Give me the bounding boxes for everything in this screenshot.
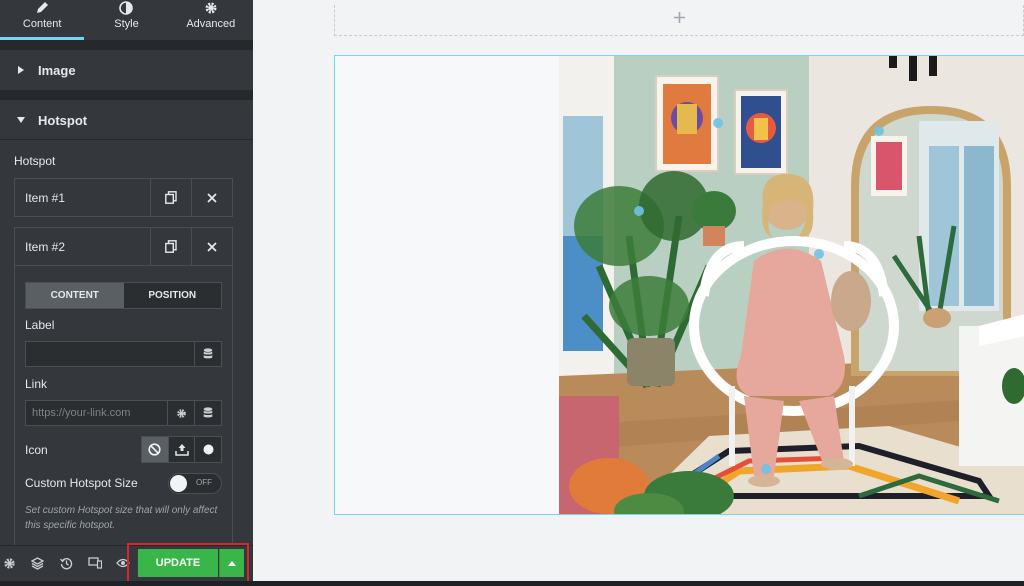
hotspot-section[interactable] xyxy=(334,55,1024,515)
bottom-strip xyxy=(253,581,1024,586)
custom-size-toggle[interactable]: OFF xyxy=(168,473,222,494)
close-icon xyxy=(207,241,217,252)
link-input[interactable]: https://your-link.com xyxy=(26,401,167,425)
pencil-icon xyxy=(37,2,49,13)
section-image-header[interactable]: Image xyxy=(0,50,253,90)
hotspot-marker[interactable] xyxy=(874,126,884,136)
empty-column xyxy=(335,56,559,514)
icon-choices xyxy=(141,436,222,463)
bottom-strip xyxy=(0,581,253,586)
tab-advanced[interactable]: Advanced xyxy=(169,0,253,40)
panel-tabs: Content Style Advanced xyxy=(0,0,253,40)
tab-content[interactable]: Content xyxy=(0,0,85,40)
caret-right-icon xyxy=(16,65,26,75)
toggle-state: OFF xyxy=(196,478,212,487)
upload-icon xyxy=(174,444,189,456)
copy-icon xyxy=(165,240,177,253)
tab-content-label: Content xyxy=(22,18,62,30)
hotspot-marker[interactable] xyxy=(713,118,723,128)
hotspot-image xyxy=(559,56,1024,514)
toggle-knob xyxy=(170,475,187,492)
gear-icon xyxy=(3,557,15,569)
caret-down-icon xyxy=(16,115,26,125)
duplicate-button[interactable] xyxy=(150,228,191,265)
hotspot-marker[interactable] xyxy=(814,249,824,259)
circle-icon xyxy=(203,444,214,455)
repeater-item-1[interactable]: Item #1 xyxy=(14,178,233,217)
repeater-item-title[interactable]: Item #1 xyxy=(15,179,150,216)
label-field-label: Label xyxy=(25,318,55,332)
dynamic-tags-button[interactable] xyxy=(194,401,221,425)
hotspot-repeater-label: Hotspot xyxy=(14,154,56,168)
section-hotspot-title: Hotspot xyxy=(38,112,88,128)
preview-canvas xyxy=(253,0,1024,586)
link-field: https://your-link.com xyxy=(25,400,222,426)
database-icon xyxy=(203,407,213,418)
devices-icon xyxy=(88,557,102,569)
add-section-area[interactable] xyxy=(334,5,1024,36)
repeater-item-2[interactable]: Item #2 xyxy=(14,227,233,266)
hotspot-marker[interactable] xyxy=(761,464,771,474)
close-icon xyxy=(207,192,217,203)
divider xyxy=(0,40,253,50)
section-image-title: Image xyxy=(38,62,76,78)
gear-icon xyxy=(205,2,217,14)
icon-upload-button[interactable] xyxy=(167,437,195,462)
tab-item-content[interactable]: CONTENT xyxy=(26,283,124,308)
dynamic-tags-button[interactable] xyxy=(194,342,221,366)
tab-style-label: Style xyxy=(114,18,139,30)
label-input[interactable] xyxy=(26,342,194,366)
highlight-box xyxy=(127,543,249,584)
database-icon xyxy=(203,348,213,359)
icon-library-button[interactable] xyxy=(194,437,222,462)
tab-item-position[interactable]: POSITION xyxy=(123,283,221,308)
contrast-icon xyxy=(119,1,134,15)
divider xyxy=(0,90,253,100)
copy-icon xyxy=(165,191,177,204)
hotspot-marker[interactable] xyxy=(634,206,644,216)
room-photo xyxy=(559,56,1024,514)
history-icon xyxy=(59,557,72,569)
section-hotspot-header[interactable]: Hotspot xyxy=(0,100,253,140)
ban-icon xyxy=(148,443,161,456)
icon-none-button[interactable] xyxy=(142,437,168,462)
plus-icon xyxy=(673,11,685,23)
gear-icon xyxy=(176,408,186,418)
repeater-item-title[interactable]: Item #2 xyxy=(15,228,150,265)
layers-icon xyxy=(30,556,44,570)
settings-button[interactable] xyxy=(1,555,17,571)
link-field-label: Link xyxy=(25,377,48,391)
duplicate-button[interactable] xyxy=(150,179,191,216)
history-button[interactable] xyxy=(58,555,74,571)
responsive-mode-button[interactable] xyxy=(87,555,103,571)
label-field xyxy=(25,341,222,367)
link-options-button[interactable] xyxy=(167,401,194,425)
item-tabs: CONTENT POSITION xyxy=(25,282,222,309)
tab-style[interactable]: Style xyxy=(84,0,168,40)
remove-button[interactable] xyxy=(191,179,232,216)
divider xyxy=(0,139,253,140)
navigator-button[interactable] xyxy=(29,555,45,571)
custom-size-description: Set custom Hotspot size that will only a… xyxy=(25,505,218,531)
custom-size-label: Custom Hotspot Size xyxy=(25,476,138,490)
editor-panel: Content Style Advanced Image Hotspot Hot… xyxy=(0,0,253,586)
remove-button[interactable] xyxy=(191,228,232,265)
tab-advanced-label: Advanced xyxy=(186,18,236,30)
icon-field-label: Icon xyxy=(25,443,48,457)
